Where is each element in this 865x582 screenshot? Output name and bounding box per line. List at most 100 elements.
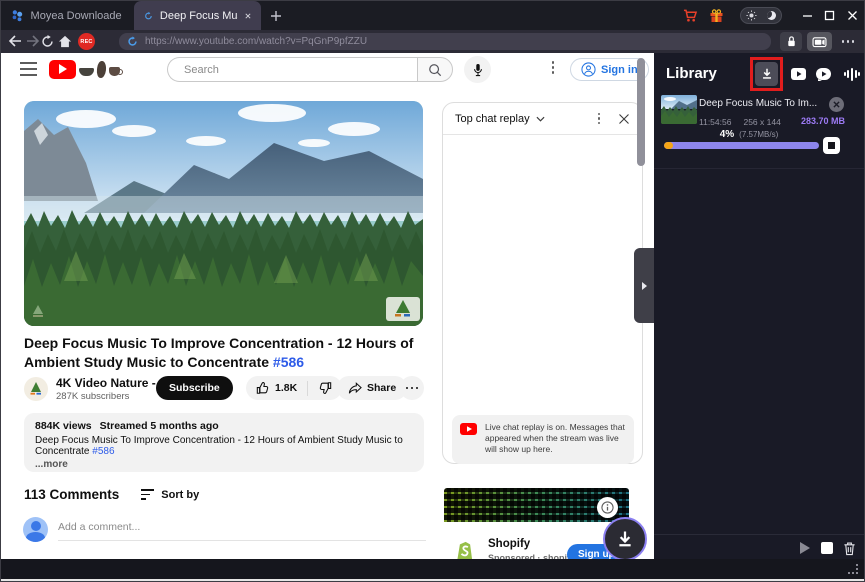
download-item-title: Deep Focus Music To Im... bbox=[699, 98, 827, 109]
channel-name[interactable]: 4K Video Nature - ♪ bbox=[56, 376, 165, 390]
maximize-button[interactable] bbox=[818, 10, 840, 21]
search-input[interactable] bbox=[182, 63, 403, 77]
library-title: Library bbox=[666, 65, 717, 82]
gift-icon[interactable] bbox=[702, 9, 730, 23]
browser-viewport: Sign in bbox=[1, 53, 654, 559]
more-actions-button[interactable] bbox=[400, 376, 424, 400]
item-resolution: 256 x 144 bbox=[743, 117, 780, 127]
channel-subscribers: 287K subscribers bbox=[56, 391, 129, 402]
item-stop-button[interactable] bbox=[823, 137, 840, 154]
tree-logo-icon bbox=[27, 380, 45, 398]
ellipsis-icon bbox=[842, 40, 855, 43]
close-window-button[interactable] bbox=[840, 10, 864, 21]
voice-search-button[interactable] bbox=[464, 56, 491, 83]
waveform-icon bbox=[844, 68, 860, 81]
library-tab-audio[interactable] bbox=[843, 67, 861, 81]
chat-close-button[interactable] bbox=[618, 113, 630, 125]
library-tab-converted[interactable] bbox=[815, 67, 833, 81]
refresh-favicon-icon bbox=[144, 10, 153, 22]
home-button[interactable] bbox=[57, 33, 73, 49]
video-capture-button[interactable] bbox=[807, 32, 832, 51]
window-bottom-bar bbox=[1, 559, 864, 579]
like-button[interactable]: 1.8K bbox=[246, 381, 307, 395]
streamed-date: Streamed 5 months ago bbox=[100, 420, 219, 432]
description-box[interactable]: 884K viewsStreamed 5 months ago Deep Foc… bbox=[24, 413, 424, 472]
annotation-highlight-box bbox=[750, 57, 783, 91]
resume-all-button[interactable] bbox=[797, 540, 813, 556]
yt-menu-button[interactable] bbox=[20, 62, 37, 76]
chat-replay-notice: Live chat replay is on. Messages that ap… bbox=[452, 415, 634, 464]
plus-icon bbox=[270, 10, 282, 22]
tab-close-icon[interactable] bbox=[245, 12, 251, 20]
lock-button[interactable] bbox=[780, 32, 802, 51]
chat-header: Top chat replay bbox=[443, 103, 642, 135]
item-size: 283.70 MB bbox=[785, 116, 845, 126]
tab-bar: Moyea Downloader Deep Focus Music To bbox=[1, 1, 864, 30]
resize-grip[interactable] bbox=[846, 564, 858, 574]
youtube-play-icon bbox=[49, 60, 76, 79]
description-text: Deep Focus Music To Improve Concentratio… bbox=[35, 435, 413, 457]
channel-avatar[interactable] bbox=[24, 377, 48, 401]
floating-download-button[interactable] bbox=[603, 517, 647, 559]
shopify-logo-icon bbox=[452, 538, 478, 559]
tab-moyea-downloader[interactable]: Moyea Downloader bbox=[1, 1, 132, 30]
download-item-thumbnail[interactable] bbox=[661, 95, 697, 124]
item-progress-fill bbox=[664, 142, 673, 149]
chevron-down-icon bbox=[536, 116, 545, 122]
delete-all-button[interactable] bbox=[841, 540, 857, 556]
tab-active-video[interactable]: Deep Focus Music To bbox=[134, 1, 261, 30]
sun-icon bbox=[746, 10, 757, 21]
close-icon bbox=[833, 101, 840, 108]
back-button[interactable] bbox=[7, 33, 23, 49]
nature-video-frame bbox=[24, 101, 423, 326]
show-more-link[interactable]: ...more bbox=[35, 459, 413, 470]
description-hashtag-link[interactable]: #586 bbox=[92, 446, 114, 457]
search-button[interactable] bbox=[417, 57, 453, 82]
logo-glyph bbox=[109, 67, 120, 76]
sort-by-button[interactable]: Sort by bbox=[141, 489, 199, 501]
chevron-right-icon bbox=[642, 282, 647, 290]
video-player[interactable] bbox=[24, 101, 423, 326]
ad-brand-name[interactable]: Shopify bbox=[488, 538, 530, 550]
page-scrollbar-thumb[interactable] bbox=[637, 58, 645, 166]
add-comment-input[interactable]: Add a comment... bbox=[58, 521, 426, 541]
download-item-meta: 11:54:56 256 x 144 bbox=[699, 117, 781, 127]
reload-button[interactable] bbox=[39, 33, 55, 49]
tab-label: Deep Focus Music To bbox=[160, 10, 238, 22]
search-field[interactable] bbox=[167, 57, 417, 82]
yt-more-menu-button[interactable] bbox=[548, 61, 558, 78]
maximize-icon bbox=[824, 10, 835, 21]
chat-mode-dropdown[interactable]: Top chat replay bbox=[455, 113, 545, 125]
live-chat-panel: Top chat replay Live chat replay is on. … bbox=[442, 102, 643, 464]
subscribe-button[interactable]: Subscribe bbox=[156, 376, 233, 400]
trash-icon bbox=[843, 541, 856, 556]
reload-icon bbox=[41, 35, 54, 48]
ad-info-button[interactable] bbox=[597, 497, 618, 518]
library-tab-videos[interactable] bbox=[790, 67, 806, 81]
logo-glyph bbox=[96, 60, 107, 78]
download-icon bbox=[615, 529, 635, 549]
item-divider bbox=[654, 168, 865, 169]
youtube-logo[interactable] bbox=[49, 59, 120, 79]
moyea-logo-icon bbox=[11, 9, 24, 22]
thumbs-down-icon bbox=[318, 381, 332, 395]
address-bar[interactable]: https://www.youtube.com/watch?v=PqGnP9pf… bbox=[119, 33, 771, 50]
new-tab-button[interactable] bbox=[267, 7, 285, 25]
title-hashtag-link[interactable]: #586 bbox=[273, 354, 304, 370]
user-avatar bbox=[23, 517, 48, 542]
minimize-button[interactable] bbox=[796, 10, 818, 21]
browser-menu-button[interactable] bbox=[837, 32, 859, 51]
microphone-icon bbox=[472, 63, 484, 77]
sort-by-label: Sort by bbox=[161, 489, 199, 501]
cart-icon[interactable] bbox=[678, 9, 702, 23]
theme-toggle[interactable] bbox=[740, 7, 782, 24]
panel-collapse-handle[interactable] bbox=[634, 248, 654, 323]
chat-menu-button[interactable] bbox=[594, 109, 604, 129]
download-item-remove-button[interactable] bbox=[829, 97, 844, 112]
channel-watermark bbox=[386, 297, 420, 321]
share-button[interactable]: Share bbox=[337, 376, 407, 400]
video-title: Deep Focus Music To Improve Concentratio… bbox=[24, 334, 428, 372]
rec-badge[interactable]: REC bbox=[78, 33, 95, 50]
logo-glyph bbox=[79, 68, 94, 76]
stop-all-button[interactable] bbox=[819, 540, 835, 556]
